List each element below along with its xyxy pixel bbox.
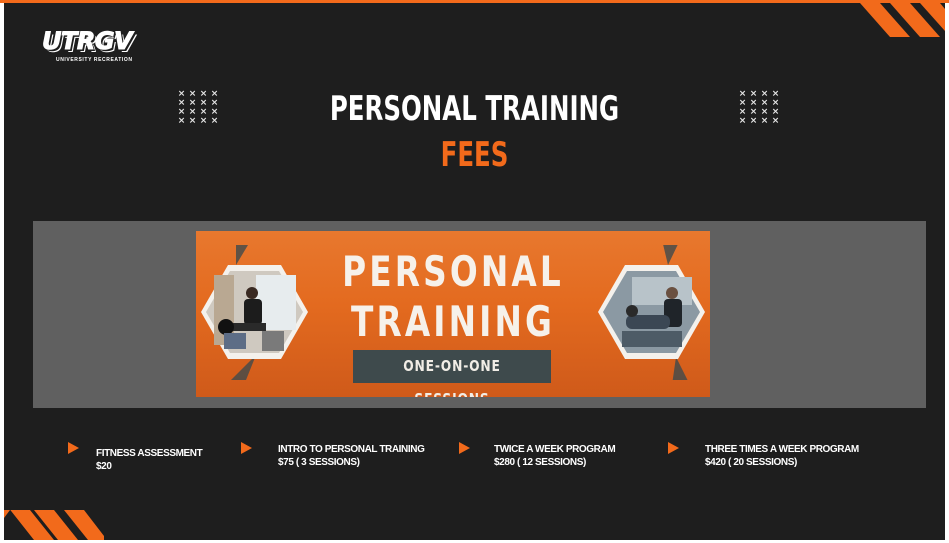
arrow-right-icon bbox=[668, 442, 679, 454]
page-title: PERSONAL TRAINING bbox=[329, 89, 620, 129]
slide: UTRGV UNIVERSITY RECREATION × × × × × × × × × ×… bbox=[4, 3, 945, 540]
fee-name: THREE TIMES A WEEK PROGRAM bbox=[705, 444, 859, 455]
stripe-decoration-icon bbox=[860, 3, 945, 37]
utrgv-logo: UTRGV UNIVERSITY RECREATION bbox=[42, 27, 164, 64]
arrow-right-icon bbox=[241, 442, 252, 454]
stripe-decoration-icon bbox=[4, 510, 104, 540]
banner-line-2: TRAINING bbox=[351, 297, 555, 346]
personal-training-banner: PERSONAL TRAINING ONE-ON-ONE SESSIONS bbox=[196, 231, 710, 397]
fee-name: INTRO TO PERSONAL TRAINING bbox=[278, 444, 425, 455]
page-subtitle: FEES bbox=[440, 135, 509, 175]
fee-name: FITNESS ASSESSMENT bbox=[96, 448, 203, 459]
fee-name: TWICE A WEEK PROGRAM bbox=[494, 444, 616, 455]
banner-tagline-box: ONE-ON-ONE SESSIONS bbox=[353, 350, 551, 397]
logo-subtitle: UNIVERSITY RECREATION bbox=[56, 57, 133, 63]
logo-wordmark: UTRGV bbox=[42, 27, 134, 56]
banner-line-1: PERSONAL bbox=[342, 247, 564, 296]
fee-price: $75 ( 3 SESSIONS) bbox=[278, 457, 360, 468]
fee-price: $20 bbox=[96, 461, 112, 472]
fee-price: $280 ( 12 SESSIONS) bbox=[494, 457, 586, 468]
arrow-right-icon bbox=[68, 442, 79, 454]
banner-tagline: ONE-ON-ONE SESSIONS bbox=[403, 357, 501, 397]
arrow-right-icon bbox=[459, 442, 470, 454]
fee-price: $420 ( 20 SESSIONS) bbox=[705, 457, 797, 468]
